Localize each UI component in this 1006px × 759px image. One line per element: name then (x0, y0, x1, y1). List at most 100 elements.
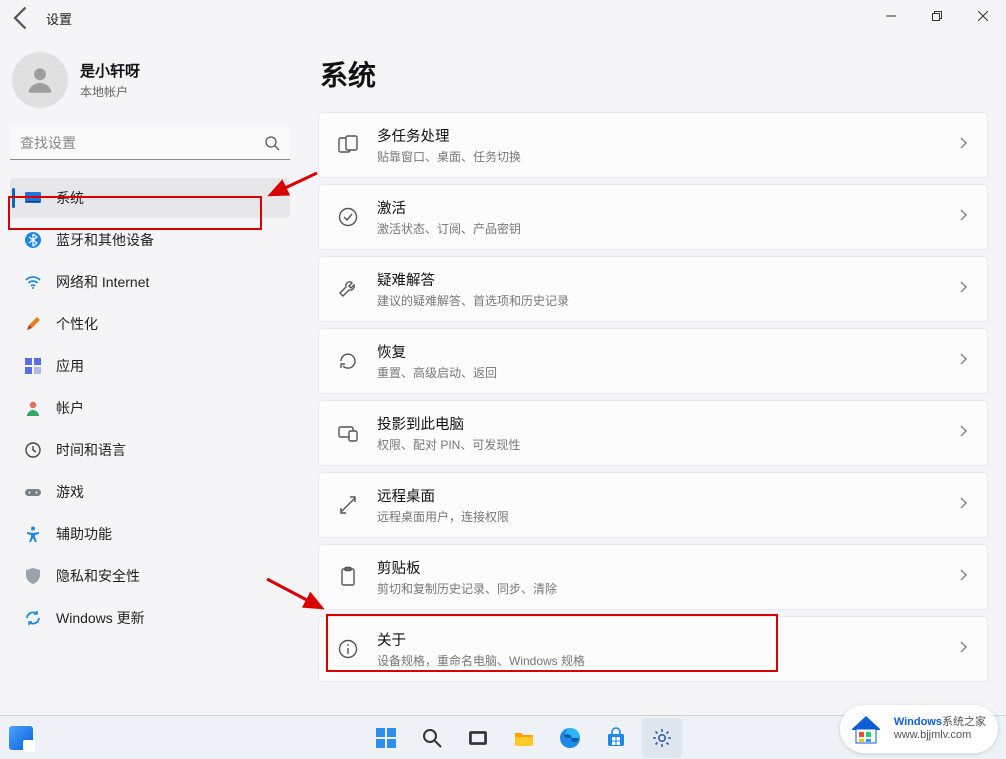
sidebar-item-apps[interactable]: 应用 (10, 346, 290, 386)
gear-icon (651, 727, 673, 749)
title-bar: 设置 (0, 0, 1006, 36)
chevron-right-icon (957, 496, 969, 514)
bluetooth-icon (24, 231, 42, 249)
chevron-right-icon (957, 568, 969, 586)
store-icon (605, 727, 627, 749)
sidebar-item-accessibility[interactable]: 辅助功能 (10, 514, 290, 554)
card-title: 剪贴板 (377, 557, 557, 578)
multitasking-icon (337, 134, 359, 156)
task-view-button[interactable] (458, 718, 498, 758)
widgets-icon (9, 726, 33, 750)
sidebar-item-label: 系统 (56, 188, 84, 208)
check-circle-icon (337, 206, 359, 228)
card-sub: 设备规格，重命名电脑、Windows 规格 (377, 652, 585, 669)
person-icon (24, 399, 42, 417)
taskbar-store[interactable] (596, 718, 636, 758)
sidebar-item-label: 辅助功能 (56, 524, 112, 544)
search-wrapper (10, 126, 290, 160)
taskbar-settings[interactable] (642, 718, 682, 758)
recovery-icon (337, 350, 359, 372)
apps-icon (24, 357, 42, 375)
search-icon[interactable] (264, 135, 280, 151)
task-view-icon (468, 728, 488, 748)
sidebar-item-privacy[interactable]: 隐私和安全性 (10, 556, 290, 596)
sidebar-item-windows-update[interactable]: Windows 更新 (10, 598, 290, 638)
sidebar-item-system[interactable]: 系统 (10, 178, 290, 218)
card-title: 恢复 (377, 341, 497, 362)
profile-sub: 本地帐户 (80, 83, 140, 100)
sidebar-item-personalization[interactable]: 个性化 (10, 304, 290, 344)
sidebar-item-accounts[interactable]: 帐户 (10, 388, 290, 428)
card-projecting[interactable]: 投影到此电脑权限、配对 PIN、可发现性 (318, 400, 988, 466)
sidebar-item-label: 游戏 (56, 482, 84, 502)
brush-icon (24, 315, 42, 333)
sidebar-item-label: 蓝牙和其他设备 (56, 230, 154, 250)
watermark-line1: Windows系统之家 (894, 716, 986, 729)
back-button[interactable] (8, 4, 36, 32)
taskbar-widgets-button[interactable] (0, 716, 42, 759)
card-about[interactable]: 关于设备规格，重命名电脑、Windows 规格 (318, 616, 988, 682)
sidebar-item-network[interactable]: 网络和 Internet (10, 262, 290, 302)
window-title: 设置 (46, 9, 72, 28)
search-input[interactable] (10, 126, 290, 160)
minimize-button[interactable] (868, 0, 914, 32)
card-troubleshoot[interactable]: 疑难解答建议的疑难解答、首选项和历史记录 (318, 256, 988, 322)
window-controls (868, 0, 1006, 32)
card-sub: 贴靠窗口、桌面、任务切换 (377, 148, 521, 165)
card-activation[interactable]: 激活激活状态、订阅、产品密钥 (318, 184, 988, 250)
sidebar-item-label: Windows 更新 (56, 608, 145, 628)
nav-list: 系统 蓝牙和其他设备 网络和 Internet 个性化 应用 (10, 178, 290, 638)
chevron-right-icon (957, 424, 969, 442)
sidebar-item-label: 隐私和安全性 (56, 566, 140, 586)
sidebar-item-bluetooth[interactable]: 蓝牙和其他设备 (10, 220, 290, 260)
chevron-right-icon (957, 640, 969, 658)
card-title: 投影到此电脑 (377, 413, 520, 434)
card-sub: 激活状态、订阅、产品密钥 (377, 220, 521, 237)
sidebar: 是小轩呀 本地帐户 系统 蓝牙和其他设备 (0, 36, 300, 759)
sidebar-item-gaming[interactable]: 游戏 (10, 472, 290, 512)
gamepad-icon (24, 483, 42, 501)
accessibility-icon (24, 525, 42, 543)
card-title: 关于 (377, 629, 585, 650)
clipboard-icon (337, 566, 359, 588)
clock-icon (24, 441, 42, 459)
chevron-right-icon (957, 352, 969, 370)
avatar (12, 52, 68, 108)
card-title: 疑难解答 (377, 269, 569, 290)
windows-logo-icon (375, 727, 397, 749)
sidebar-item-label: 网络和 Internet (56, 272, 149, 292)
sidebar-item-label: 应用 (56, 356, 84, 376)
edge-icon (559, 727, 581, 749)
remote-icon (337, 494, 359, 516)
project-icon (337, 422, 359, 444)
update-icon (24, 609, 42, 627)
card-sub: 剪切和复制历史记录、同步、清除 (377, 580, 557, 597)
chevron-right-icon (957, 208, 969, 226)
sidebar-item-label: 个性化 (56, 314, 98, 334)
card-title: 多任务处理 (377, 125, 521, 146)
page-title: 系统 (320, 54, 988, 94)
card-recovery[interactable]: 恢复重置、高级启动、返回 (318, 328, 988, 394)
taskbar-search-button[interactable] (412, 718, 452, 758)
shield-icon (24, 567, 42, 585)
card-sub: 远程桌面用户，连接权限 (377, 508, 509, 525)
card-sub: 建议的疑难解答、首选项和历史记录 (377, 292, 569, 309)
card-title: 远程桌面 (377, 485, 509, 506)
folder-icon (513, 727, 535, 749)
sidebar-item-time-language[interactable]: 时间和语言 (10, 430, 290, 470)
watermark-line2: www.bjjmlv.com (894, 729, 986, 742)
profile-name: 是小轩呀 (80, 60, 140, 81)
taskbar-edge[interactable] (550, 718, 590, 758)
sidebar-item-label: 时间和语言 (56, 440, 126, 460)
maximize-button[interactable] (914, 0, 960, 32)
start-button[interactable] (366, 718, 406, 758)
card-remote-desktop[interactable]: 远程桌面远程桌面用户，连接权限 (318, 472, 988, 538)
card-clipboard[interactable]: 剪贴板剪切和复制历史记录、同步、清除 (318, 544, 988, 610)
wrench-icon (337, 278, 359, 300)
taskbar-explorer[interactable] (504, 718, 544, 758)
card-multitasking[interactable]: 多任务处理贴靠窗口、桌面、任务切换 (318, 112, 988, 178)
card-sub: 重置、高级启动、返回 (377, 364, 497, 381)
close-button[interactable] (960, 0, 1006, 32)
house-icon (846, 709, 886, 749)
profile-block[interactable]: 是小轩呀 本地帐户 (10, 52, 290, 108)
